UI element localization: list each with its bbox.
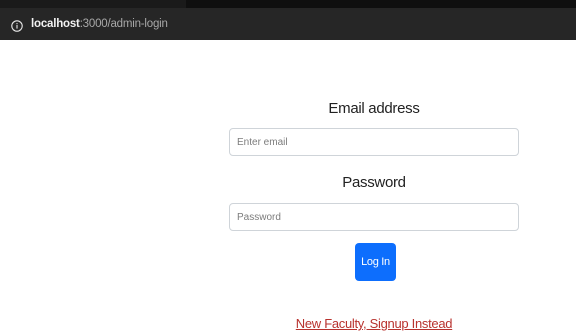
browser-chrome: localhost:3000/admin-login — [0, 0, 576, 57]
email-field[interactable] — [229, 128, 519, 156]
address-bar[interactable]: localhost:3000/admin-login — [0, 0, 576, 40]
url-text[interactable]: localhost:3000/admin-login — [31, 18, 168, 30]
password-field[interactable] — [229, 203, 519, 231]
signup-link[interactable]: New Faculty, Signup Instead — [229, 316, 519, 331]
login-button[interactable]: Log In — [355, 243, 396, 281]
url-path: :3000/admin-login — [79, 18, 168, 30]
password-label: Password — [342, 174, 406, 191]
info-circle-icon[interactable] — [11, 19, 23, 32]
url-host: localhost — [31, 18, 80, 30]
tab-strip — [186, 0, 576, 8]
email-label: Email address — [328, 100, 420, 117]
